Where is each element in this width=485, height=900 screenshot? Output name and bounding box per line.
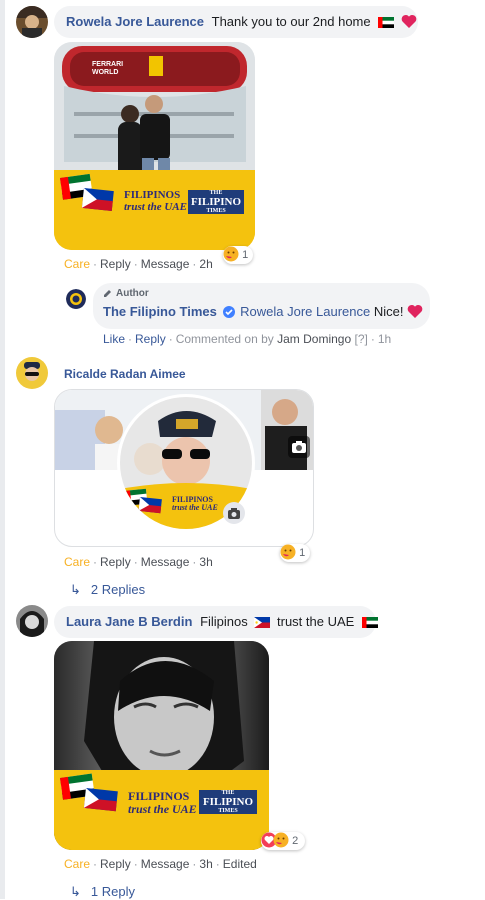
message-link[interactable]: Message — [141, 257, 190, 271]
comment-actions: Care · Reply · Message · 2h — [64, 257, 213, 271]
promo-banner: FILIPINOS trust the UAE THE FILIPINO TIM… — [54, 170, 255, 250]
reply-bubble: Author The Filipino Times Rowela Jore La… — [93, 283, 430, 329]
comment-author[interactable]: Rowela Jore Laurence — [66, 14, 204, 29]
reaction-summary[interactable]: 1 — [223, 246, 253, 264]
reaction-count: 1 — [242, 249, 249, 261]
comment-actions: Care · Reply · Message · 3h — [64, 555, 213, 569]
heart-icon — [401, 9, 417, 41]
reaction-count: 2 — [292, 835, 299, 847]
replies-count: 2 Replies — [90, 582, 146, 597]
promo-banner: FILIPINOS trust the UAE THE FILIPINO TIM… — [54, 770, 269, 850]
comment-text: Filipinos — [200, 614, 248, 629]
care-reaction-icon — [223, 246, 239, 262]
ph-flag-icon — [254, 608, 271, 640]
timestamp[interactable]: 2h — [199, 257, 212, 271]
thread-line — [0, 0, 5, 899]
view-replies-link[interactable]: ↳ 1 Reply — [70, 884, 135, 900]
care-link[interactable]: Care — [64, 857, 90, 871]
care-reaction-icon — [273, 832, 289, 848]
edited-label[interactable]: Edited — [223, 857, 257, 871]
comment-photo[interactable]: FILIPINOS trust the UAE — [54, 389, 314, 547]
commented-on-label: Commented on by — [175, 332, 274, 346]
message-link[interactable]: Message — [141, 555, 190, 569]
reply-author[interactable]: The Filipino Times — [103, 304, 217, 319]
mention-link[interactable]: Rowela Jore Laurence — [240, 304, 370, 319]
comment-author[interactable]: Ricalde Radan Aimee — [64, 367, 186, 381]
care-link[interactable]: Care — [64, 555, 90, 569]
banner-line1: FILIPINOS — [124, 189, 181, 201]
reply-arrow-icon: ↳ — [70, 582, 81, 597]
camera-icon[interactable] — [223, 502, 245, 524]
page-avatar[interactable] — [66, 289, 86, 309]
camera-icon[interactable] — [288, 436, 310, 458]
reply-arrow-icon: ↳ — [70, 884, 81, 899]
banner-line2: trust the UAE — [172, 503, 218, 513]
timestamp[interactable]: 3h — [199, 857, 212, 871]
comment-text: trust the UAE — [277, 614, 355, 629]
commenter-link[interactable]: Jam Domingo — [277, 332, 351, 346]
reaction-count: 1 — [299, 547, 306, 559]
reaction-summary[interactable]: 1 — [280, 544, 310, 562]
banner-line2: trust the UAE — [128, 801, 197, 816]
uae-flag-icon — [378, 8, 395, 40]
timestamp[interactable]: 1h — [378, 332, 391, 346]
reply-link[interactable]: Reply — [135, 332, 166, 346]
avatar[interactable] — [16, 6, 48, 38]
comment-bubble: Rowela Jore Laurence Thank you to our 2n… — [54, 6, 418, 38]
comment-author[interactable]: Laura Jane B Berdin — [66, 614, 192, 629]
reply-text: Nice! — [373, 304, 404, 319]
comment-text: Thank you to our 2nd home — [211, 14, 371, 29]
comment-bubble: Laura Jane B Berdin Filipinos trust the … — [54, 606, 378, 640]
reply-link[interactable]: Reply — [100, 555, 131, 569]
ferrari-sign: FERRARI WORLD — [92, 61, 124, 76]
reaction-summary[interactable]: 2 — [261, 832, 305, 850]
care-link[interactable]: Care — [64, 257, 90, 271]
message-link[interactable]: Message — [141, 857, 190, 871]
view-replies-link[interactable]: ↳ 2 Replies — [70, 582, 145, 598]
comment-actions: Care · Reply · Message · 3h · Edited — [64, 857, 257, 871]
brand-logo: THE FILIPINO TIMES — [188, 190, 244, 214]
help-link[interactable]: [?] — [354, 332, 367, 346]
banner-line2: trust the UAE — [124, 200, 187, 213]
heart-icon — [407, 304, 423, 326]
verified-icon — [222, 303, 235, 325]
avatar[interactable] — [16, 357, 48, 389]
author-badge: Author — [116, 288, 149, 299]
reply-link[interactable]: Reply — [100, 857, 131, 871]
avatar[interactable] — [16, 605, 48, 637]
like-link[interactable]: Like — [103, 332, 125, 346]
comment-photo[interactable]: FILIPINOS trust the UAE THE FILIPINO TIM… — [54, 641, 269, 850]
comment-photo[interactable]: FERRARI WORLD FILIPINOS trust the UAE TH… — [54, 42, 255, 250]
reply-link[interactable]: Reply — [100, 257, 131, 271]
reply-actions: Like · Reply · Commented on by Jam Domingo [… — [103, 332, 392, 346]
brand-logo: THE FILIPINO TIMES — [199, 790, 257, 814]
care-reaction-icon — [280, 544, 296, 560]
replies-count: 1 Reply — [90, 884, 135, 899]
timestamp[interactable]: 3h — [199, 555, 212, 569]
uae-flag-icon — [361, 608, 378, 640]
